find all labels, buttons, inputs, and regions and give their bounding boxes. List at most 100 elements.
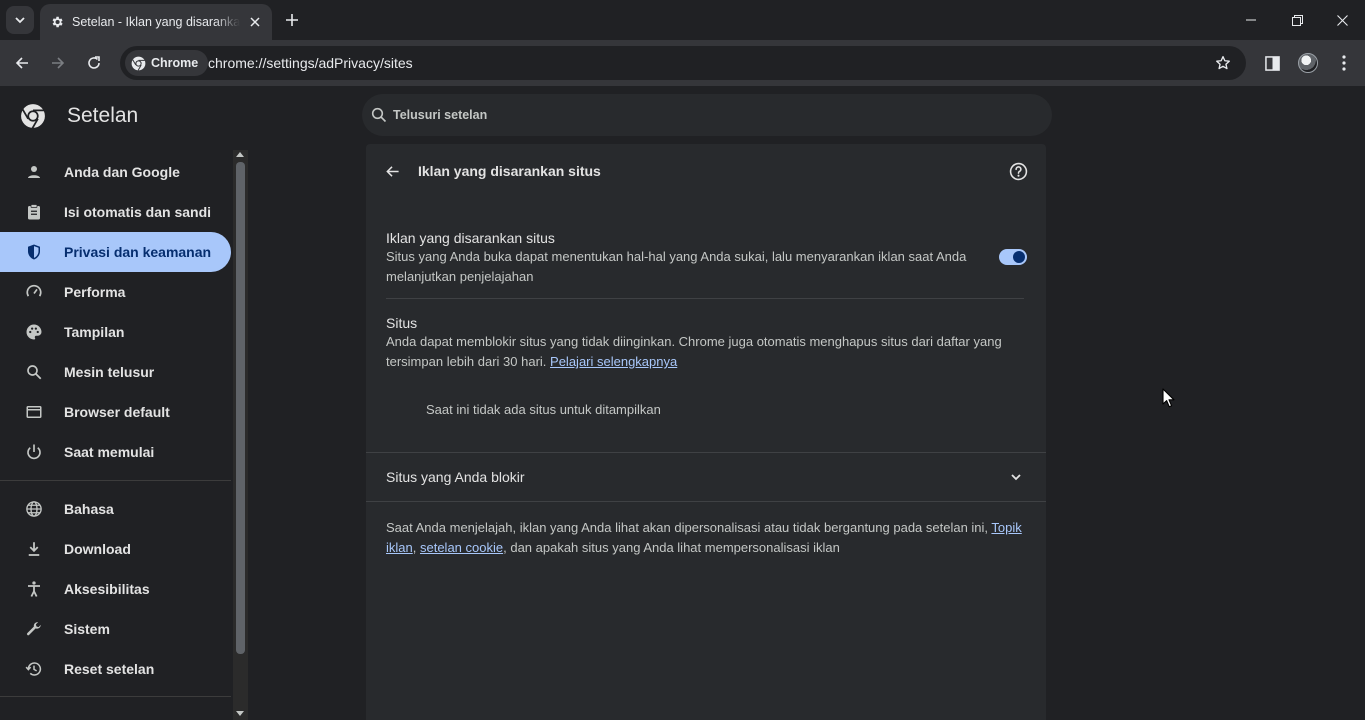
star-icon (1216, 56, 1230, 70)
search-input[interactable]: Telusuri setelan (362, 94, 1052, 136)
back-button[interactable] (8, 49, 36, 77)
sidebar-item-appearance[interactable]: Tampilan (0, 312, 231, 352)
reload-icon (88, 56, 100, 69)
sidebar-divider (0, 696, 231, 697)
sidebar-item-search-engine[interactable]: Mesin telusur (0, 352, 231, 392)
sidebar-item-label: Download (64, 541, 131, 557)
sidebar-item-label: Privasi dan keamanan (64, 244, 212, 260)
help-button[interactable] (1006, 159, 1030, 183)
sidebar-item-downloads[interactable]: Download (0, 529, 231, 569)
plus-icon (286, 14, 298, 26)
bookmark-button[interactable] (1212, 52, 1234, 74)
palette-icon (24, 322, 44, 342)
avatar (1298, 53, 1318, 73)
active-tab[interactable]: Setelan - Iklan yang disarankan situs (40, 4, 272, 40)
footer-text: , dan apakah situs yang Anda lihat mempe… (503, 540, 840, 555)
address-bar[interactable]: Chrome chrome://settings/adPrivacy/sites (120, 46, 1246, 80)
settings-card: Iklan yang disarankan situs Iklan yang d… (366, 144, 1046, 720)
forward-button[interactable] (44, 49, 72, 77)
sidebar-item-label: Anda dan Google (64, 164, 180, 180)
reload-button[interactable] (80, 49, 108, 77)
sidebar-item-label: Bahasa (64, 501, 114, 517)
clipboard-icon (24, 202, 44, 222)
sidebar-item-label: Browser default (64, 404, 170, 420)
minimize-icon (1246, 19, 1256, 21)
search-placeholder: Telusuri setelan (393, 108, 488, 122)
arrow-left-icon (385, 165, 399, 177)
sidebar: Anda dan Google Isi otomatis dan sandi P… (0, 150, 248, 720)
settings-header: Setelan Telusuri setelan (0, 86, 1365, 144)
search-icon (371, 107, 387, 123)
close-window-button[interactable] (1319, 0, 1365, 40)
sidebar-item-privacy[interactable]: Privasi dan keamanan (0, 232, 231, 272)
sidebar-item-you-and-google[interactable]: Anda dan Google (0, 152, 231, 192)
sidebar-item-label: Sistem (64, 621, 110, 637)
scroll-down-arrow[interactable] (236, 711, 244, 716)
accessibility-icon (24, 579, 44, 599)
sidebar-item-autofill[interactable]: Isi otomatis dan sandi (0, 192, 231, 232)
arrow-left-icon (15, 57, 28, 69)
sidebar-item-performance[interactable]: Performa (0, 272, 231, 312)
subpage-title: Iklan yang disarankan situs (418, 163, 601, 179)
search-icon (24, 362, 44, 382)
blocked-sites-title: Situs yang Anda blokir (386, 469, 525, 485)
learn-more-link[interactable]: Pelajari selengkapnya (550, 354, 677, 369)
chevron-down-icon[interactable] (1006, 467, 1026, 487)
site-suggested-ads-toggle[interactable] (999, 249, 1027, 265)
sidebar-item-on-startup[interactable]: Saat memulai (0, 432, 231, 472)
sites-section-title: Situs (386, 315, 418, 331)
sidebar-item-reset[interactable]: Reset setelan (0, 649, 231, 689)
download-icon (24, 539, 44, 559)
chip-label: Chrome (151, 56, 199, 70)
sidebar-item-system[interactable]: Sistem (0, 609, 231, 649)
minimize-button[interactable] (1228, 0, 1274, 40)
sidebar-item-label: Saat memulai (64, 444, 155, 460)
sidebar-item-accessibility[interactable]: Aksesibilitas (0, 569, 231, 609)
speedometer-icon (24, 282, 44, 302)
close-icon (1336, 14, 1348, 26)
side-panel-button[interactable] (1258, 49, 1286, 77)
cookie-settings-link[interactable]: setelan cookie (420, 540, 503, 555)
new-tab-button[interactable] (280, 8, 304, 32)
chrome-logo-icon (21, 104, 45, 129)
profile-button[interactable] (1294, 49, 1322, 77)
divider (386, 298, 1024, 299)
menu-button[interactable] (1330, 49, 1358, 77)
globe-icon (24, 499, 44, 519)
power-icon (24, 442, 44, 462)
shield-icon (24, 242, 44, 262)
scroll-thumb[interactable] (236, 162, 245, 654)
site-info-chip[interactable]: Chrome (125, 50, 209, 76)
sidebar-item-languages[interactable]: Bahasa (0, 489, 231, 529)
sidebar-item-label: Tampilan (64, 324, 125, 340)
sidebar-item-label: Aksesibilitas (64, 581, 150, 597)
toggle-row-title: Iklan yang disarankan situs (386, 230, 555, 246)
ad-topics-link-cont[interactable]: iklan (386, 540, 413, 555)
close-icon (250, 17, 260, 27)
history-icon (24, 659, 44, 679)
toggle-row-desc-line2: melanjutkan penjelajahan (386, 269, 534, 284)
sidebar-item-label: Performa (64, 284, 126, 300)
tab-search-button[interactable] (6, 6, 34, 34)
side-panel-icon (1264, 55, 1280, 71)
footer-note-line2: iklan, setelan cookie, dan apakah situs … (386, 538, 840, 558)
sidebar-item-label: Reset setelan (64, 661, 155, 677)
ad-topics-link[interactable]: Topik (991, 520, 1021, 535)
sidebar-item-label: Mesin telusur (64, 364, 155, 380)
blocked-sites-row[interactable]: Situs yang Anda blokir (366, 453, 1046, 501)
tab-strip: Setelan - Iklan yang disarankan situs (0, 0, 1365, 40)
footer-text: , (412, 540, 420, 555)
tab-close-button[interactable] (246, 13, 264, 31)
gear-icon (52, 16, 63, 28)
divider (366, 501, 1046, 502)
sidebar-item-default-browser[interactable]: Browser default (0, 392, 231, 432)
scroll-up-arrow[interactable] (236, 152, 244, 157)
footer-text: Saat Anda menjelajah, iklan yang Anda li… (386, 520, 992, 535)
url-text[interactable]: chrome://settings/adPrivacy/sites (208, 55, 413, 71)
browser-toolbar: Chrome chrome://settings/adPrivacy/sites (0, 40, 1365, 86)
restore-button[interactable] (1274, 0, 1320, 40)
browser-icon (24, 402, 44, 422)
sidebar-item-label: Isi otomatis dan sandi (64, 204, 212, 220)
sidebar-scrollbar[interactable] (233, 150, 248, 720)
subpage-back-button[interactable] (380, 159, 404, 183)
